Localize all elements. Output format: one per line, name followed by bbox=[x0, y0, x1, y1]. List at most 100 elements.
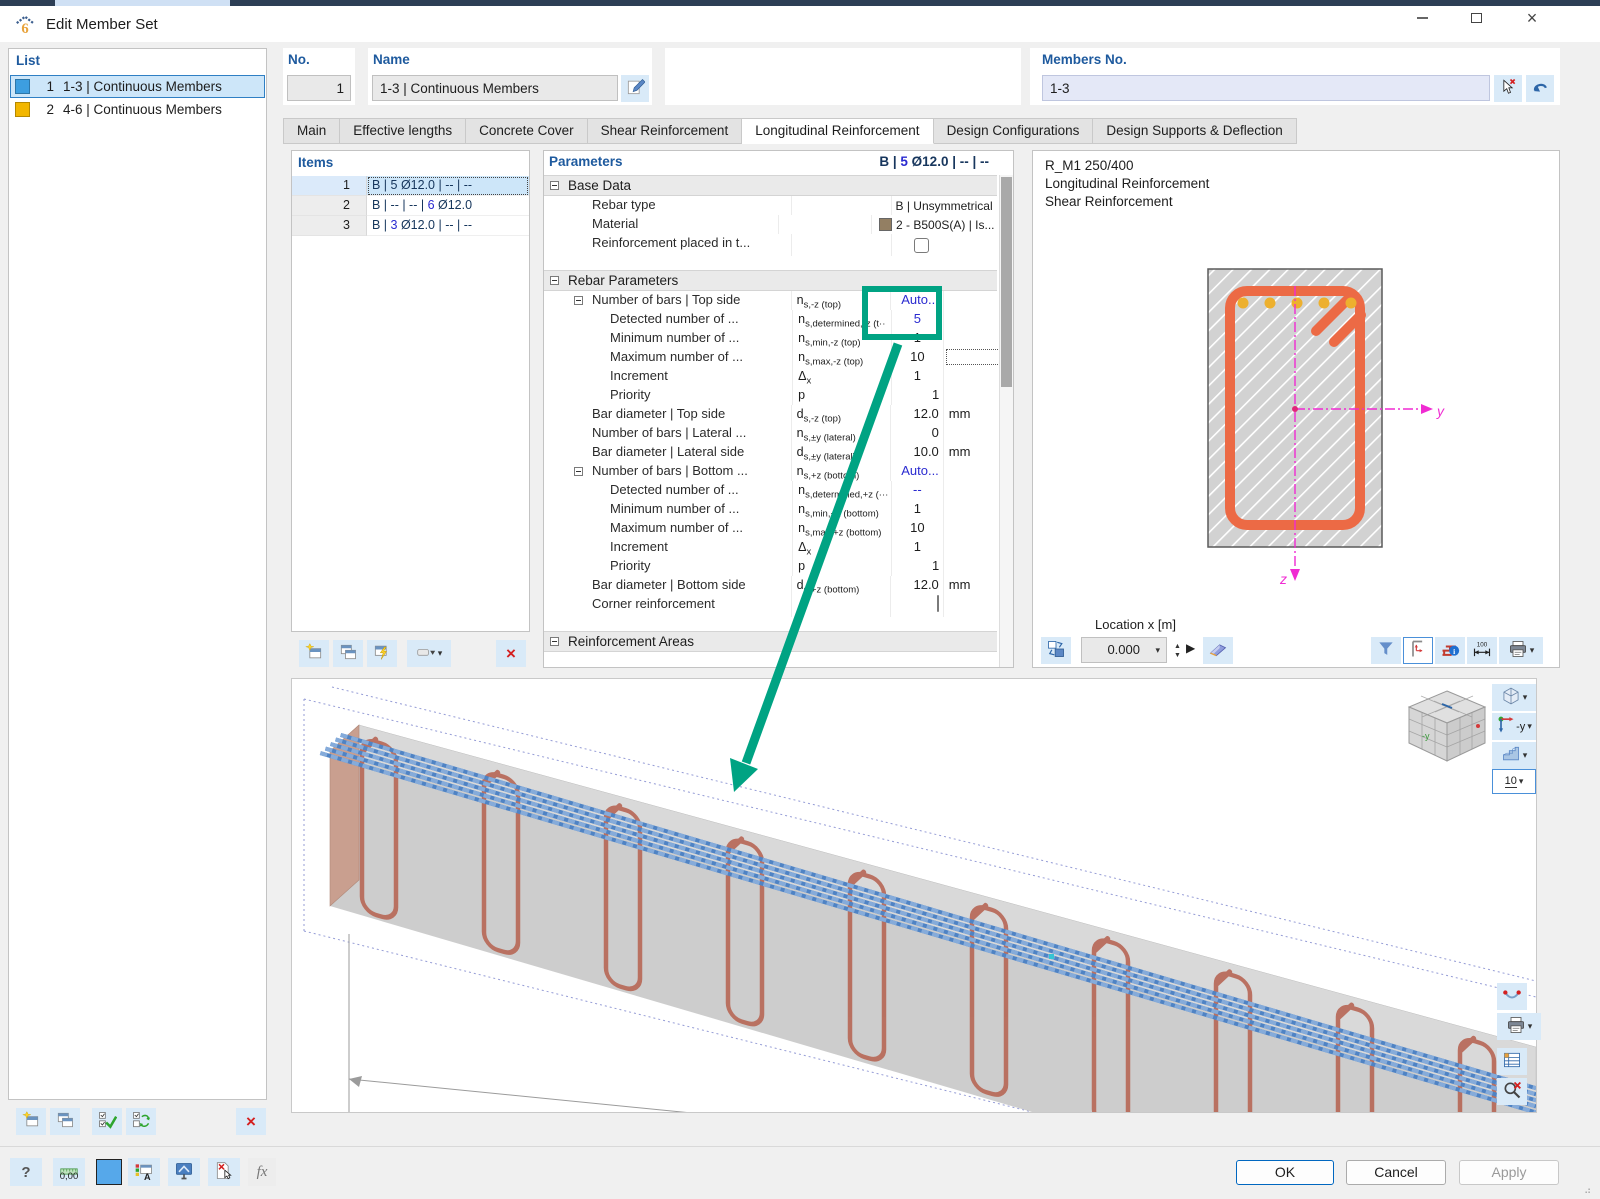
parameter-row[interactable]: Detected number of ... ns,determined,+z (… bbox=[544, 481, 997, 500]
parameter-row[interactable]: Minimum number of ... ns,min,+z (bottom) 1 bbox=[544, 500, 997, 519]
no-input[interactable] bbox=[287, 75, 351, 101]
parameter-row[interactable]: Increment Δx 1 bbox=[544, 538, 997, 557]
dimensions-button[interactable]: 100 bbox=[1467, 637, 1497, 664]
ok-button[interactable]: OK bbox=[1236, 1160, 1334, 1185]
parameter-row[interactable]: Increment Δx 1 bbox=[544, 367, 997, 386]
items-copy-button[interactable] bbox=[333, 640, 363, 667]
collapse-icon[interactable] bbox=[550, 637, 559, 646]
items-row[interactable]: 3B | 3 Ø12.0 | -- | -- bbox=[292, 216, 529, 236]
apply-button[interactable]: Apply bbox=[1459, 1160, 1559, 1185]
tab-shear-reinforcement[interactable]: Shear Reinforcement bbox=[587, 118, 743, 144]
parameter-row[interactable]: Maximum number of ... ns,max,-z (top) 10 bbox=[544, 348, 1005, 367]
items-delete-button[interactable]: × bbox=[496, 640, 526, 667]
items-generate-button[interactable] bbox=[367, 640, 397, 667]
parameter-row[interactable]: Reinforcement placed in t... bbox=[544, 234, 997, 256]
checkbox[interactable] bbox=[913, 237, 929, 253]
parameter-value[interactable] bbox=[889, 595, 943, 617]
members-undo-button[interactable] bbox=[1526, 75, 1554, 102]
parameter-row[interactable]: Number of bars | Bottom ... ns,+z (bottom… bbox=[544, 462, 997, 481]
parameter-row[interactable]: Priority p 1 bbox=[544, 557, 997, 576]
help-button[interactable]: ? bbox=[10, 1158, 42, 1186]
parameter-row[interactable]: Maximum number of ... ns,max,+z (bottom) 1… bbox=[544, 519, 997, 538]
curved-member-button[interactable] bbox=[1497, 983, 1527, 1010]
parameter-value[interactable]: 1 bbox=[890, 500, 944, 519]
tab-longitudinal-reinforcement[interactable]: Longitudinal Reinforcement bbox=[742, 118, 934, 144]
scrollbar-thumb[interactable] bbox=[1001, 177, 1012, 387]
items-row[interactable]: 2B | -- | -- | 6 Ø12.0 bbox=[292, 196, 529, 216]
items-row[interactable]: 1B | 5 Ø12.0 | -- | -- bbox=[292, 176, 529, 196]
tab-design-configurations[interactable]: Design Configurations bbox=[933, 118, 1094, 144]
location-spinner[interactable]: ▲ ▼ bbox=[1171, 637, 1184, 663]
parameter-row[interactable]: Rebar type B | Unsymmetrical bbox=[544, 196, 997, 215]
color-swatch-button[interactable] bbox=[96, 1159, 122, 1185]
parameter-value[interactable]: Auto... bbox=[889, 462, 943, 481]
parameter-value[interactable]: 1 bbox=[890, 538, 944, 557]
parameter-row[interactable]: Priority p 1 bbox=[544, 386, 997, 405]
list-delete-button[interactable]: × bbox=[236, 1108, 266, 1135]
list-item[interactable]: 1 1-3 | Continuous Members bbox=[10, 75, 265, 98]
parameter-row[interactable]: Corner reinforcement bbox=[544, 595, 997, 617]
section-info-button[interactable]: i bbox=[1435, 637, 1465, 664]
collapse-icon[interactable] bbox=[574, 296, 583, 305]
tab-effective-lengths[interactable]: Effective lengths bbox=[340, 118, 467, 144]
units-button[interactable]: 0,00 bbox=[53, 1158, 85, 1186]
report-table-button[interactable] bbox=[1497, 1048, 1527, 1075]
parameter-value[interactable]: 1 bbox=[890, 557, 944, 576]
collapse-icon[interactable] bbox=[574, 467, 583, 476]
cancel-button[interactable]: Cancel bbox=[1346, 1160, 1446, 1185]
name-input[interactable] bbox=[372, 75, 618, 101]
3d-viewport[interactable]: -y bbox=[291, 678, 1537, 1199]
cancel-zoom-button[interactable] bbox=[1497, 1078, 1527, 1105]
parameter-value[interactable]: 12.0 bbox=[889, 576, 943, 595]
parameter-value[interactable]: 0 bbox=[889, 424, 943, 443]
rename-button[interactable]: A bbox=[128, 1158, 160, 1186]
section-view-button[interactable] bbox=[1403, 637, 1433, 664]
checkbox[interactable] bbox=[936, 595, 939, 612]
scale-dropdown[interactable]: 10 ▾ bbox=[1492, 769, 1536, 794]
parameter-value[interactable] bbox=[890, 234, 998, 256]
close-button[interactable]: × bbox=[1506, 0, 1558, 36]
parameter-row[interactable]: Number of bars | Lateral ... ns,±y (later… bbox=[544, 424, 997, 443]
tab-design-supports-deflection[interactable]: Design Supports & Deflection bbox=[1093, 118, 1297, 144]
collapse-icon[interactable] bbox=[550, 181, 559, 190]
list-check-all-button[interactable] bbox=[92, 1108, 122, 1135]
parameter-value[interactable]: 2 - B500S(A) | Is... bbox=[871, 215, 997, 234]
location-step-button[interactable]: ▶ bbox=[1186, 641, 1195, 655]
view-mode-dropdown[interactable]: ▾ bbox=[1492, 684, 1536, 711]
resize-grip[interactable]: ⣠ bbox=[1584, 1183, 1596, 1195]
parameter-value[interactable]: 10 bbox=[890, 519, 944, 538]
view-direction-dropdown[interactable]: -y ▾ bbox=[1492, 713, 1536, 740]
delete-input-button[interactable] bbox=[208, 1158, 240, 1186]
viewport-print-button[interactable]: ▾ bbox=[1497, 1013, 1541, 1040]
formula-button[interactable]: fx bbox=[248, 1158, 276, 1186]
collapse-icon[interactable] bbox=[550, 276, 559, 285]
print-button[interactable]: ▾ bbox=[1499, 637, 1543, 664]
parameters-section-header[interactable]: Reinforcement Areas bbox=[544, 631, 997, 652]
parameters-section-header[interactable]: Base Data bbox=[544, 175, 997, 196]
render-style-dropdown[interactable]: ▾ bbox=[1492, 742, 1536, 769]
list-copy-button[interactable] bbox=[50, 1108, 80, 1135]
parameter-value[interactable]: 1 bbox=[890, 367, 944, 386]
parameter-value[interactable]: B | Unsymmetrical bbox=[890, 196, 998, 215]
list-item[interactable]: 2 4-6 | Continuous Members bbox=[10, 98, 265, 121]
parameter-row[interactable]: Material 2 - B500S(A) | Is... bbox=[544, 215, 997, 234]
focused-empty-cell[interactable] bbox=[946, 349, 1005, 365]
parameter-value[interactable]: 10.0 bbox=[889, 443, 943, 462]
items-new-button[interactable] bbox=[299, 640, 329, 667]
tab-concrete-cover[interactable]: Concrete Cover bbox=[466, 118, 588, 144]
parameter-value[interactable]: -- bbox=[890, 481, 944, 500]
section-render-toggle-button[interactable] bbox=[1041, 637, 1071, 664]
maximize-button[interactable] bbox=[1452, 0, 1500, 36]
parameter-value[interactable]: 1 bbox=[890, 386, 944, 405]
parameter-value[interactable]: 12.0 bbox=[889, 405, 943, 424]
minimize-button[interactable] bbox=[1398, 0, 1446, 36]
display-settings-button[interactable] bbox=[168, 1158, 200, 1186]
list-toggle-check-button[interactable] bbox=[126, 1108, 156, 1135]
members-select-button[interactable] bbox=[1494, 75, 1522, 102]
name-edit-button[interactable] bbox=[621, 75, 649, 102]
view-cube[interactable]: -y bbox=[1402, 687, 1492, 769]
parameter-row[interactable]: Bar diameter | Bottom side ds,+z (bottom)… bbox=[544, 576, 997, 595]
parameter-value[interactable]: 10 bbox=[890, 348, 944, 367]
parameter-row[interactable]: Bar diameter | Lateral side ds,±y (latera… bbox=[544, 443, 997, 462]
location-combo[interactable]: 0.000 ▾ bbox=[1081, 637, 1167, 663]
